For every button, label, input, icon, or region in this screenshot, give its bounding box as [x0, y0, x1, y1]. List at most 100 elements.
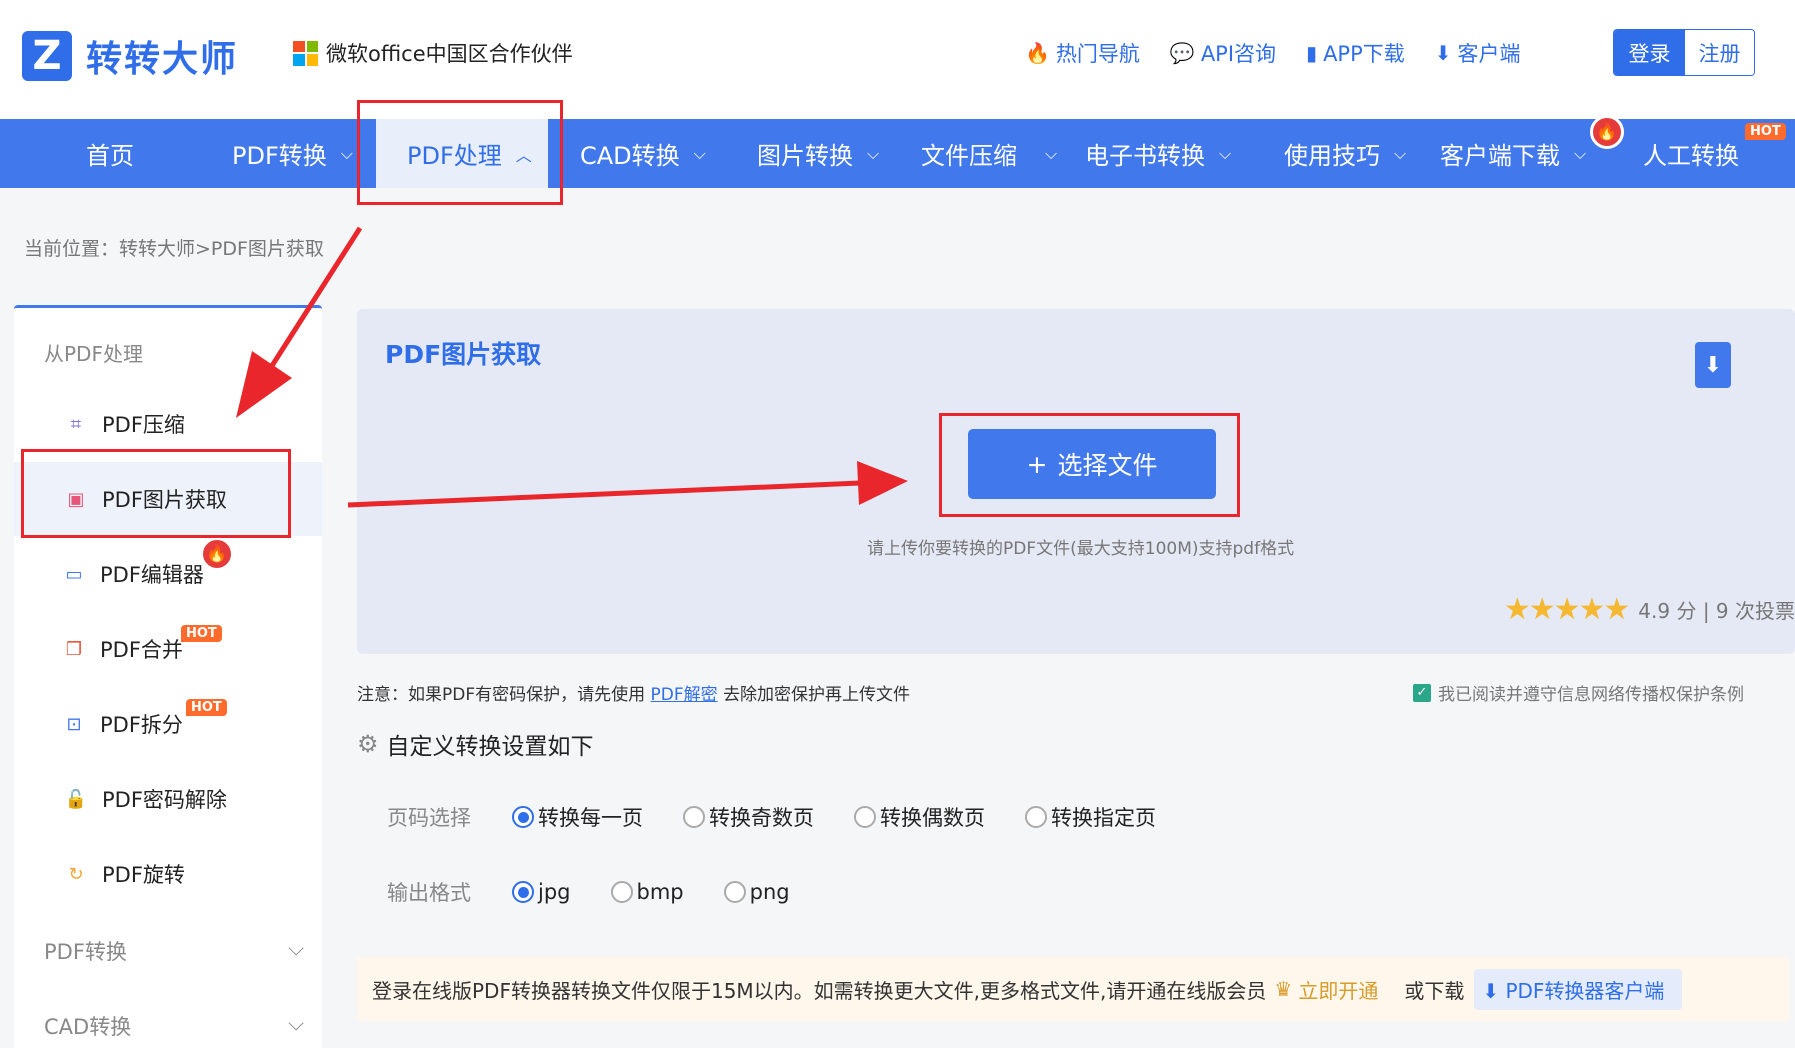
nav-label: CAD转换	[580, 142, 680, 170]
register-button[interactable]: 注册	[1685, 30, 1754, 75]
sidebar-heading: 从PDF处理	[44, 342, 143, 366]
vip-label: 立即开通	[1298, 978, 1379, 1003]
nav-client-download[interactable]: 客户端下载 ⌵	[1440, 119, 1586, 188]
radio-label: 转换偶数页	[880, 806, 985, 830]
partner-text: 微软office中国区合作伙伴	[326, 42, 573, 66]
hot-badge: HOT	[186, 699, 227, 716]
nav-cad-convert[interactable]: CAD转换 ⌵	[580, 119, 706, 188]
radio-dot[interactable]	[683, 806, 705, 828]
agree-terms[interactable]: ✓ 我已阅读并遵守信息网络传播权保护条例	[1413, 680, 1744, 705]
top-link-label: 热门导航	[1055, 42, 1140, 66]
radio-label: png	[749, 880, 790, 904]
nav-ebook-convert[interactable]: 电子书转换 ⌵	[1085, 119, 1231, 188]
radio-label: 转换指定页	[1051, 806, 1156, 830]
download-icon: ⬇	[1434, 41, 1452, 65]
chevron-down-icon: ⌵	[288, 1011, 304, 1035]
sidebar: 从PDF处理 ⌗ PDF压缩 ▣ PDF图片获取 ▭ PDF编辑器 🔥 ❐ PD…	[14, 305, 322, 1048]
nav-label: 文件压缩	[921, 142, 1017, 170]
output-format-label: 输出格式	[387, 881, 471, 905]
sidebar-item-pdf-unlock[interactable]: 🔓 PDF密码解除	[14, 762, 322, 836]
client-download-link[interactable]: ⬇ PDF转换器客户端	[1474, 968, 1683, 1010]
chevron-down-icon: ⌵	[288, 936, 304, 960]
auth-buttons: 登录 注册	[1613, 29, 1755, 76]
nav-home[interactable]: 首页	[86, 119, 134, 188]
sidebar-item-pdf-rotate[interactable]: ↻ PDF旋转	[14, 837, 322, 911]
sidebar-item-pdf-editor[interactable]: ▭ PDF编辑器	[14, 537, 322, 611]
sidebar-group-pdf-convert[interactable]: PDF转换 ⌵	[44, 936, 304, 966]
settings-title-text: 自定义转换设置如下	[386, 734, 594, 760]
vip-open-button[interactable]: ♛ 立即开通	[1274, 975, 1378, 1004]
hot-badge: HOT	[181, 625, 222, 642]
rating[interactable]: ★★★★★ 4.9 分 | 9 次投票	[1504, 592, 1795, 627]
vip-icon: ♛	[1274, 977, 1293, 1001]
nav-label: 电子书转换	[1085, 142, 1205, 170]
phone-icon: ▮	[1306, 41, 1318, 65]
radio-bmp[interactable]: bmp	[610, 880, 684, 904]
agree-text: 我已阅读并遵守信息网络传播权保护条例	[1438, 685, 1744, 705]
radio-png[interactable]: png	[723, 880, 790, 904]
fire-badge-icon: 🔥	[200, 537, 234, 571]
star-rating-icon[interactable]: ★★★★★	[1504, 592, 1630, 627]
password-note: 注意：如果PDF有密码保护，请先使用 PDF解密 去除加密保护再上传文件	[357, 680, 910, 705]
or-text: 或下载	[1404, 978, 1465, 1003]
client-download-label: PDF转换器客户端	[1505, 978, 1665, 1003]
rotate-icon: ↻	[68, 863, 84, 885]
note-suffix: 去除加密保护再上传文件	[723, 685, 911, 705]
top-link-label: API咨询	[1200, 42, 1277, 66]
radio-even-pages[interactable]: 转换偶数页	[854, 802, 985, 832]
monitor-edit-icon: ▭	[65, 563, 83, 585]
top-link-client[interactable]: ⬇ 客户端	[1435, 38, 1521, 68]
top-link-api[interactable]: 💬 API咨询	[1170, 38, 1276, 68]
sidebar-group-label: PDF转换	[44, 940, 127, 964]
chevron-down-icon: ⌵	[340, 143, 353, 163]
promo-text: 登录在线版PDF转换器转换文件仅限于15M以内。如需转换更大文件,更多格式文件,…	[372, 978, 1267, 1003]
nav-file-compress[interactable]: 文件压缩 ⌵	[921, 119, 1057, 188]
sidebar-item-label: PDF合并	[100, 638, 183, 662]
annotation-box-select	[939, 413, 1240, 517]
checkbox-checked-icon[interactable]: ✓	[1413, 683, 1431, 702]
download-icon: ⬇	[1482, 978, 1500, 1003]
logo-text: 转转大师	[86, 39, 239, 80]
radio-dot[interactable]	[1025, 806, 1047, 828]
login-button[interactable]: 登录	[1614, 30, 1685, 75]
top-link-label: APP下载	[1323, 42, 1405, 66]
sidebar-item-pdf-split[interactable]: ⊡ PDF拆分	[14, 687, 322, 761]
download-icon[interactable]: ⬇	[1695, 342, 1731, 388]
hot-badge: HOT	[1745, 123, 1786, 140]
nav-label: PDF转换	[232, 142, 327, 170]
radio-dot[interactable]	[610, 881, 633, 903]
radio-dot[interactable]	[512, 881, 534, 903]
sidebar-item-label: PDF旋转	[102, 863, 185, 887]
nav-tips[interactable]: 使用技巧 ⌵	[1284, 119, 1406, 188]
radio-specific-pages[interactable]: 转换指定页	[1025, 802, 1156, 832]
top-link-app[interactable]: ▮ APP下载	[1306, 38, 1405, 68]
sidebar-item-pdf-merge[interactable]: ❐ PDF合并	[14, 612, 322, 686]
nav-image-convert[interactable]: 图片转换 ⌵	[757, 119, 879, 188]
pdf-decrypt-link[interactable]: PDF解密	[651, 685, 718, 705]
chevron-down-icon: ⌵	[693, 143, 706, 163]
radio-dot[interactable]	[723, 881, 746, 903]
radio-dot[interactable]	[512, 806, 534, 828]
nav-label: 客户端下载	[1440, 142, 1560, 170]
top-header: Z 转转大师 微软office中国区合作伙伴 🔥 热门导航 💬 API咨询 ▮ …	[0, 0, 1795, 119]
chevron-down-icon: ⌵	[1394, 143, 1407, 163]
radio-dot[interactable]	[854, 806, 876, 828]
microsoft-logo-icon	[293, 40, 318, 66]
top-link-hot-nav[interactable]: 🔥 热门导航	[1025, 38, 1140, 68]
flame-icon: 🔥	[1025, 41, 1050, 65]
nav-pdf-convert[interactable]: PDF转换 ⌵	[232, 119, 353, 188]
chevron-down-icon: ⌵	[1045, 143, 1058, 163]
sidebar-group-cad-convert[interactable]: CAD转换 ⌵	[44, 1011, 304, 1041]
nav-manual-convert[interactable]: 人工转换	[1643, 119, 1739, 188]
radio-odd-pages[interactable]: 转换奇数页	[683, 802, 814, 832]
site-logo[interactable]: Z 转转大师	[22, 30, 238, 82]
sidebar-group-label: CAD转换	[44, 1015, 132, 1039]
page-select-row: 页码选择 转换每一页 转换奇数页 转换偶数页 转换指定页	[387, 802, 1196, 832]
page-select-label: 页码选择	[387, 806, 471, 830]
nav-label: 首页	[86, 142, 134, 170]
radio-every-page[interactable]: 转换每一页	[512, 802, 643, 832]
nav-label: 图片转换	[757, 142, 853, 170]
radio-jpg[interactable]: jpg	[512, 880, 571, 904]
top-links: 🔥 热门导航 💬 API咨询 ▮ APP下载 ⬇ 客户端	[1025, 38, 1521, 68]
merge-icon: ❐	[65, 638, 83, 660]
